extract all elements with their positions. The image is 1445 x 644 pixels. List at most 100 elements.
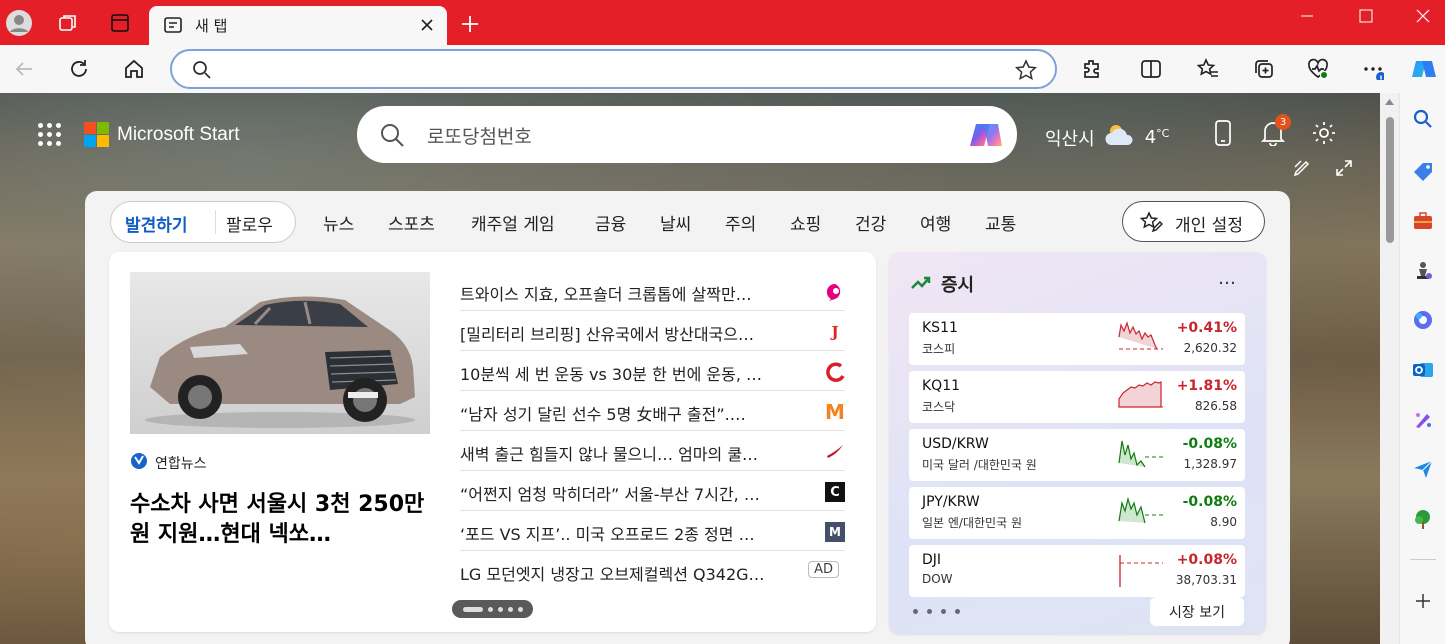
tools-briefcase-icon[interactable] <box>1408 206 1438 236</box>
c-box-icon: C <box>825 482 845 502</box>
minimize-icon[interactable] <box>1292 4 1322 28</box>
browser-essentials-icon[interactable] <box>1302 53 1334 85</box>
page-scrollbar[interactable] <box>1380 93 1399 644</box>
search-input[interactable]: 로또당첨번호 <box>427 122 532 149</box>
copilot-icon[interactable] <box>1408 53 1440 85</box>
notifications-icon[interactable]: 3 <box>1258 114 1291 148</box>
view-market-button[interactable]: 시장 보기 <box>1150 597 1244 626</box>
category-notice[interactable]: 주의 <box>725 210 756 235</box>
send-plane-icon[interactable] <box>1408 454 1438 484</box>
favorite-star-icon[interactable] <box>1014 59 1038 85</box>
web-search-box[interactable]: 로또당첨번호 <box>357 106 1017 163</box>
news-item[interactable]: 10분씩 세 번 운동 vs 30분 한 번에 운동, … <box>460 352 845 391</box>
stock-row[interactable]: USD/KRW 미국 달러 /대한민국 원 -0.08% 1,328.97 <box>909 429 1245 481</box>
news-item[interactable]: “어쩐지 엄청 막히더라” 서울-부산 7시간, … C <box>460 472 845 511</box>
category-traffic[interactable]: 교통 <box>985 210 1016 235</box>
split-screen-icon[interactable] <box>1135 53 1167 85</box>
hero-source[interactable]: 연합뉴스 <box>130 452 207 474</box>
stock-row[interactable]: DJI DOW +0.08% 38,703.31 <box>909 545 1245 597</box>
category-news[interactable]: 뉴스 <box>323 210 354 235</box>
category-health[interactable]: 건강 <box>855 210 886 235</box>
designer-icon[interactable] <box>1408 405 1438 435</box>
shopping-tag-icon[interactable] <box>1408 157 1438 187</box>
personalize-button[interactable]: 개인 설정 <box>1122 201 1265 242</box>
sparkline-chart <box>1118 440 1163 468</box>
address-bar[interactable] <box>170 49 1057 89</box>
j-logo-icon: J <box>831 323 839 341</box>
edit-background-icon[interactable] <box>1287 153 1317 183</box>
maximize-icon[interactable] <box>1351 4 1381 28</box>
news-item-ad[interactable]: LG 모던엣지 냉장고 오브제컬렉션 Q342G… AD <box>460 552 845 591</box>
yonhap-logo-icon <box>130 452 148 474</box>
title-bar: 새 탭 <box>0 0 1445 45</box>
scrollbar-thumb[interactable] <box>1386 117 1394 243</box>
copilot-app-icon[interactable] <box>1408 305 1438 335</box>
workspaces-icon[interactable] <box>53 8 83 38</box>
hero-car-image[interactable] <box>130 272 430 434</box>
weather-widget[interactable]: 익산시 4 °C <box>1045 121 1169 154</box>
category-finance[interactable]: 금융 <box>595 210 626 235</box>
tab-new[interactable]: 새 탭 <box>149 6 447 45</box>
category-shopping[interactable]: 쇼핑 <box>790 210 821 235</box>
close-tab-icon[interactable] <box>417 15 437 35</box>
phone-icon[interactable] <box>1208 118 1238 148</box>
games-chess-icon[interactable] <box>1408 256 1438 286</box>
search-icon[interactable] <box>1408 104 1438 134</box>
stock-title: 증시 <box>941 275 975 296</box>
news-item[interactable]: [밀리터리 브리핑] 산유국에서 방산대국으… J <box>460 312 845 351</box>
news-item[interactable]: 트와이스 지효, 오프숄더 크롭톱에 살짝만… <box>460 272 845 311</box>
news-item[interactable]: 새벽 출근 힘들지 않나 물으니… 엄마의 쿨… <box>460 432 845 471</box>
news-title: 새벽 출근 힘들지 않나 물으니… 엄마의 쿨… <box>460 445 759 464</box>
hero-headline[interactable]: 수소차 사면 서울시 3천 250만원 지원…현대 넥쏘… <box>130 490 430 550</box>
category-travel[interactable]: 여행 <box>920 210 951 235</box>
stock-row[interactable]: KQ11 코스닥 +1.81% 826.58 <box>909 371 1245 423</box>
edge-sidebar <box>1399 93 1445 644</box>
carousel-pager[interactable] <box>452 600 533 618</box>
stock-symbol: KS11 <box>922 320 958 336</box>
hero-source-name: 연합뉴스 <box>155 456 207 472</box>
category-sports[interactable]: 스포츠 <box>388 210 435 235</box>
home-icon[interactable] <box>118 53 150 85</box>
favorites-icon[interactable] <box>1192 53 1224 85</box>
brand-name[interactable]: Microsoft Start <box>117 124 239 146</box>
cloud-sun-icon <box>1103 121 1137 154</box>
expand-icon[interactable] <box>1329 153 1359 183</box>
more-options-icon[interactable]: … <box>1218 268 1236 289</box>
more-menu-icon[interactable] <box>1357 53 1389 85</box>
news-title: 트와이스 지효, 오프숄더 크롭톱에 살짝만… <box>460 285 752 304</box>
address-input[interactable] <box>218 57 998 81</box>
sparkline-chart <box>1118 496 1163 524</box>
collections-icon[interactable] <box>1248 53 1280 85</box>
settings-gear-icon[interactable] <box>1309 118 1339 148</box>
sparkline-chart <box>1118 321 1163 350</box>
news-item[interactable]: ‘포드 VS 지프’.. 미국 오프로드 2종 정면 … M <box>460 512 845 551</box>
stock-header[interactable]: 증시 <box>911 271 974 297</box>
app-launcher-icon[interactable] <box>38 122 62 147</box>
stock-row[interactable]: JPY/KRW 일본 엔/대한민국 원 -0.08% 8.90 <box>909 487 1245 539</box>
search-icon <box>379 122 405 152</box>
category-casual-games[interactable]: 캐주얼 게임 <box>471 210 555 235</box>
back-icon[interactable] <box>8 53 40 85</box>
tab-discover[interactable]: 발견하기 <box>125 211 188 236</box>
weather-temp: 4 <box>1144 127 1157 148</box>
vertical-tabs-icon[interactable] <box>105 8 135 38</box>
profile-icon[interactable] <box>4 8 34 38</box>
copilot-icon[interactable] <box>967 116 1005 158</box>
stock-pager[interactable] <box>913 609 960 614</box>
category-weather[interactable]: 날씨 <box>660 210 691 235</box>
new-tab-button[interactable] <box>456 10 484 38</box>
add-app-icon[interactable] <box>1408 586 1438 616</box>
extensions-icon[interactable] <box>1076 53 1108 85</box>
close-window-icon[interactable] <box>1408 4 1438 28</box>
news-item[interactable]: “남자 성기 달린 선수 5명 女배구 출전”.… M <box>460 392 845 431</box>
sparkline-chart <box>1118 381 1163 408</box>
tab-following[interactable]: 팔로우 <box>226 211 273 236</box>
outlook-icon[interactable] <box>1408 355 1438 385</box>
stock-name: 미국 달러 /대한민국 원 <box>922 458 1037 472</box>
tree-icon[interactable] <box>1408 505 1438 535</box>
stock-symbol: KQ11 <box>922 378 961 394</box>
stock-row[interactable]: KS11 코스피 +0.41% 2,620.32 <box>909 313 1245 365</box>
stock-symbol: USD/KRW <box>922 436 989 452</box>
refresh-icon[interactable] <box>63 53 95 85</box>
microsoft-logo-icon <box>84 122 109 147</box>
